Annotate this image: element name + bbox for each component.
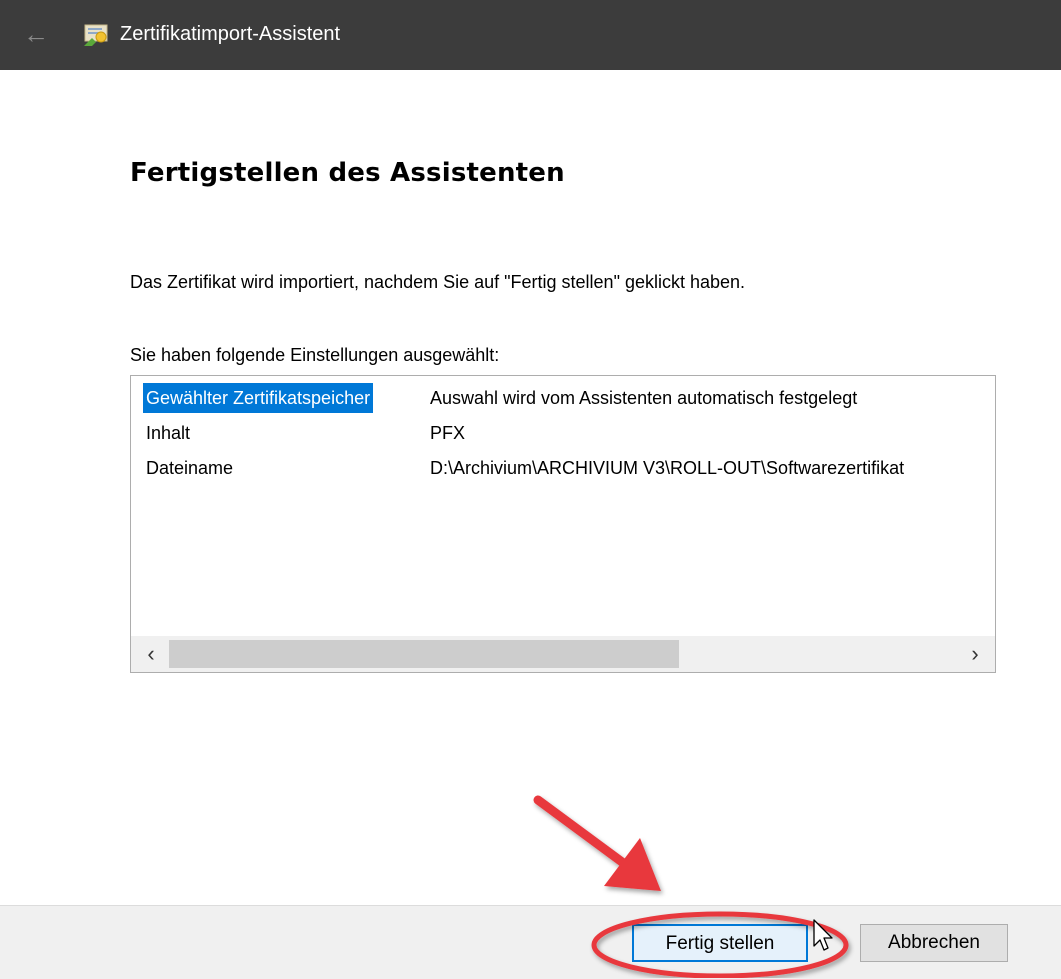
setting-key: Gewählter Zertifikatspeicher — [143, 383, 374, 413]
window-title: Zertifikatimport-Assistent — [120, 23, 341, 45]
back-arrow-icon[interactable]: ← — [22, 20, 50, 48]
certificate-icon — [84, 24, 108, 46]
settings-label: Sie haben folgende Einstellungen ausgewä… — [130, 345, 500, 365]
page-heading: Fertigstellen des Assistenten — [130, 158, 565, 188]
annotation-arrow-head — [604, 838, 661, 891]
description-text: Das Zertifikat wird importiert, nachdem … — [130, 272, 746, 292]
annotation-arrow-shaft — [533, 795, 627, 867]
setting-value: PFX — [430, 423, 466, 443]
setting-key: Inhalt — [146, 423, 191, 443]
cancel-button[interactable]: Abbrechen — [860, 924, 1008, 962]
finish-button[interactable]: Fertig stellen — [632, 924, 808, 962]
scroll-right-icon[interactable]: › — [957, 636, 993, 672]
setting-value: Auswahl wird vom Assistenten automatisch… — [430, 388, 858, 408]
scroll-left-icon[interactable]: ‹ — [133, 636, 169, 672]
scrollbar-thumb[interactable] — [169, 640, 679, 668]
title-bar: ← Zertifikatimport-Assistent — [0, 0, 1061, 70]
setting-value: D:\Archivium\ARCHIVIUM V3\ROLL-OUT\Softw… — [430, 458, 905, 478]
setting-key: Dateiname — [146, 458, 234, 478]
horizontal-scrollbar[interactable]: ‹ › — [131, 636, 995, 672]
settings-list[interactable]: Gewählter Zertifikatspeicher Auswahl wir… — [130, 375, 996, 673]
